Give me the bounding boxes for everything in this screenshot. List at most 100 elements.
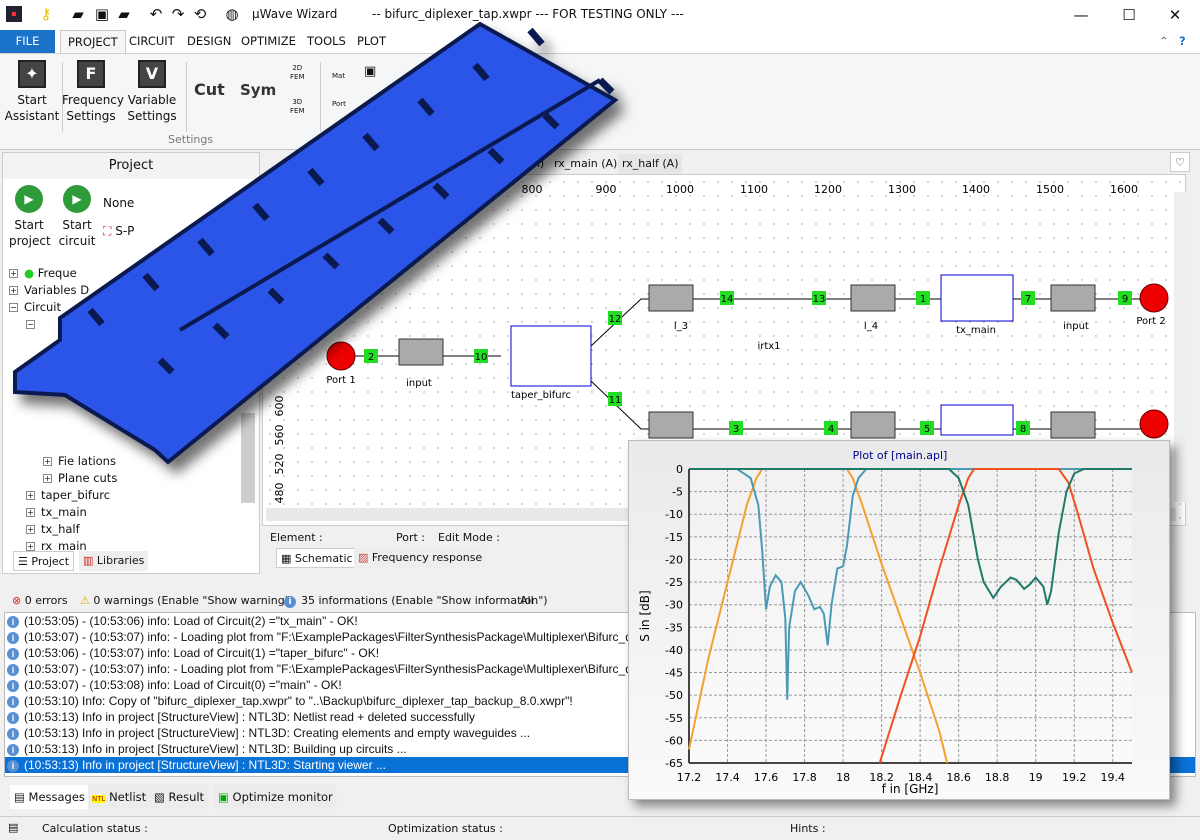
waveguide-block[interactable]: [850, 284, 896, 312]
graph-icon: ▨: [358, 551, 369, 564]
waveguide-block[interactable]: [648, 284, 694, 312]
x-tick-label: 17.6: [754, 771, 779, 784]
port-icon[interactable]: [1139, 409, 1169, 439]
x-tick-label: 19: [1029, 771, 1043, 784]
info-icon: i: [284, 596, 296, 608]
y-tick-label: -55: [665, 712, 683, 725]
y-tick-label: -60: [665, 734, 683, 747]
minimize-button[interactable]: —: [1066, 4, 1096, 26]
vertical-scrollbar[interactable]: [1174, 192, 1186, 502]
error-icon: ⊗: [12, 594, 22, 607]
tree-item[interactable]: + taper_bifurc: [26, 488, 110, 502]
tab-project-panel[interactable]: ☰ Project: [13, 551, 75, 571]
waveguide-block[interactable]: [648, 411, 694, 439]
infos-label: 35 informations (Enable "Show informatio…: [301, 594, 548, 607]
infos-filter[interactable]: i 35 informations (Enable "Show informati…: [284, 594, 548, 608]
tab-label: Schematic: [294, 552, 353, 565]
ruler-x-label: 1100: [740, 183, 768, 196]
subcircuit-block[interactable]: [940, 274, 1014, 322]
schematic-icon: ▦: [281, 552, 292, 565]
y-axis-label: S in [dB]: [638, 590, 652, 641]
node-number: 7: [1025, 294, 1031, 305]
tree-item[interactable]: + tx_half: [26, 522, 80, 536]
log-text: (10:53:13) Info in project [StructureVie…: [24, 758, 386, 772]
component-label: l_3: [674, 321, 688, 332]
waveguide-block[interactable]: [1050, 284, 1096, 312]
log-text: (10:53:07) - (10:53:07) info: - Loading …: [24, 630, 691, 644]
tab-result[interactable]: ▧ Result: [150, 785, 209, 809]
node-number: 8: [1020, 424, 1026, 435]
y-tick-label: -45: [665, 667, 683, 680]
errors-filter[interactable]: ⊗ 0 errors: [12, 594, 68, 607]
tab-netlist[interactable]: NTL Netlist: [88, 785, 151, 809]
maximize-button[interactable]: ☐: [1114, 4, 1144, 26]
subcircuit-block[interactable]: [940, 404, 1014, 436]
waveguide-structure: [13, 21, 619, 465]
component-label: irtx1: [757, 341, 780, 352]
plot-area: [689, 469, 1132, 763]
log-text: (10:53:10) Info: Copy of "bifurc_diplexe…: [24, 694, 573, 708]
x-tick-label: 17.4: [715, 771, 740, 784]
info-icon: i: [7, 664, 19, 676]
warnings-filter[interactable]: ⚠ 0 warnings (Enable "Show warning"): [80, 594, 294, 607]
3d-structure-view[interactable]: [0, 0, 640, 480]
expand-icon[interactable]: +: [26, 542, 35, 551]
close-button[interactable]: ✕: [1160, 4, 1190, 26]
log-text: (10:53:13) Info in project [StructureVie…: [24, 710, 475, 724]
tab-messages[interactable]: ▤ Messages: [10, 785, 89, 809]
tree-item[interactable]: + tx_main: [26, 505, 87, 519]
ruler-x-label: 1300: [888, 183, 916, 196]
node-badge[interactable]: 14: [720, 291, 734, 305]
x-tick-label: 18: [836, 771, 850, 784]
port-label: Port :: [396, 531, 426, 544]
tab-optimize-monitor[interactable]: ▣ Optimize monitor: [214, 785, 337, 809]
expand-icon[interactable]: +: [26, 508, 35, 517]
x-tick-label: 17.2: [677, 771, 702, 784]
warning-icon: ⚠: [80, 594, 90, 607]
waveguide-block[interactable]: [1050, 411, 1096, 439]
ruler-y-label: 480: [273, 483, 286, 504]
node-badge[interactable]: 1: [916, 291, 930, 305]
tab-libraries[interactable]: ▥ Libraries: [79, 551, 149, 571]
node-badge[interactable]: 9: [1118, 291, 1132, 305]
expand-icon[interactable]: +: [26, 525, 35, 534]
node-badge[interactable]: 5: [920, 421, 934, 435]
list-icon: ☰: [18, 555, 28, 568]
errors-label: 0 errors: [24, 594, 68, 607]
help-icon[interactable]: ?: [1172, 30, 1193, 53]
node-badge[interactable]: 13: [812, 291, 826, 305]
tab-menu-icon[interactable]: ♡: [1170, 152, 1190, 172]
x-axis-label: f in [GHz]: [882, 782, 939, 796]
x-tick-label: 19.2: [1062, 771, 1087, 784]
edit-mode-label: Edit Mode :: [438, 531, 500, 544]
expand-icon[interactable]: +: [26, 491, 35, 500]
node-number: 9: [1122, 294, 1128, 305]
y-tick-label: -30: [665, 599, 683, 612]
tree-item-label: tx_main: [41, 505, 87, 519]
log-text: (10:53:13) Info in project [StructureVie…: [24, 726, 531, 740]
all-filter[interactable]: All: [520, 594, 534, 607]
tab-frequency-response[interactable]: ▨ Frequency response: [354, 548, 487, 568]
waveguide-rib: [527, 27, 545, 47]
plot-window[interactable]: Plot of [main.apl] 17.2 17.4 17.6 17.8 18 18.2…: [628, 440, 1170, 800]
ruler-x-label: 1200: [814, 183, 842, 196]
node-badge[interactable]: 3: [729, 421, 743, 435]
info-icon: i: [7, 632, 19, 644]
log-text: (10:53:06) - (10:53:07) info: Load of Ci…: [24, 646, 380, 660]
info-icon: i: [7, 744, 19, 756]
y-tick-label: 0: [676, 463, 683, 476]
log-text: (10:53:05) - (10:53:06) info: Load of Ci…: [24, 614, 358, 628]
node-badge[interactable]: 8: [1016, 421, 1030, 435]
waveguide-block[interactable]: [850, 411, 896, 439]
y-tick-label: -10: [665, 508, 683, 521]
node-badge[interactable]: 4: [824, 421, 838, 435]
node-badge[interactable]: 7: [1021, 291, 1035, 305]
tab-label: Netlist: [109, 790, 147, 804]
x-tick-label: 17.8: [792, 771, 817, 784]
netlist-icon: NTL: [92, 795, 106, 803]
port-icon[interactable]: [1139, 283, 1169, 313]
tab-schematic[interactable]: ▦ Schematic: [276, 548, 358, 568]
log-text: (10:53:07) - (10:53:07) info: - Loading …: [24, 662, 691, 676]
tree-item-label: tx_half: [41, 522, 80, 536]
tab-label: Libraries: [96, 554, 145, 567]
